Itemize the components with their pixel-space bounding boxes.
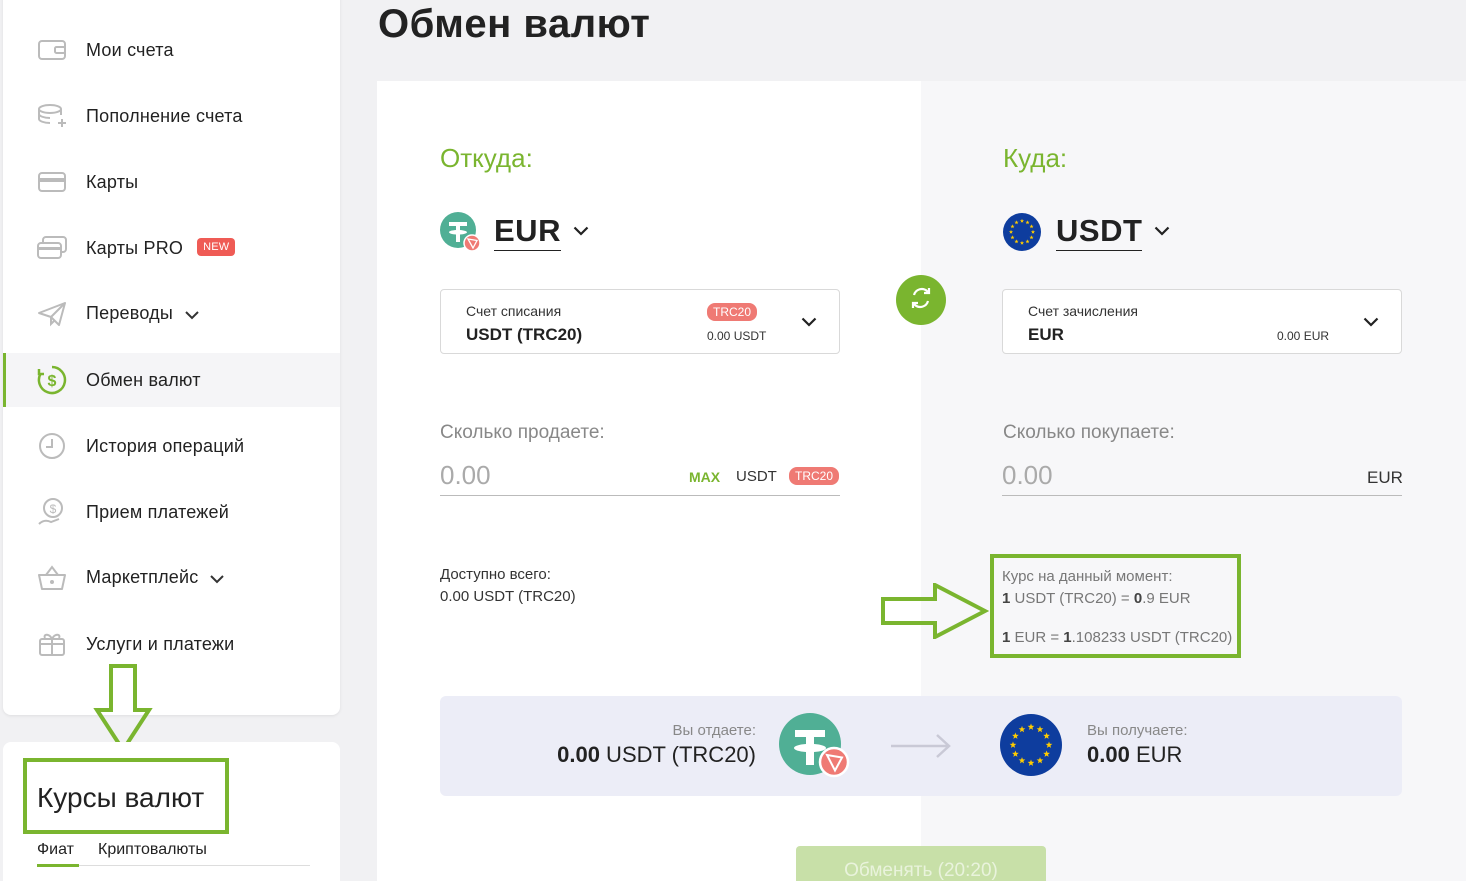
new-badge: NEW: [197, 237, 236, 256]
chevron-down-icon: [210, 568, 225, 589]
sidebar-item-history[interactable]: История операций: [3, 419, 340, 473]
credit-account-caption: Счет зачисления: [1028, 303, 1138, 319]
sidebar-item-label: Прием платежей: [86, 501, 230, 522]
paper-plane-icon: [36, 298, 68, 330]
tether-trc20-icon: [440, 212, 481, 252]
card-pro-icon: [36, 232, 68, 264]
deposit-icon: [36, 100, 68, 132]
sidebar-item-label: Пополнение счета: [86, 105, 243, 126]
page-title: Обмен валют: [378, 2, 651, 46]
buy-amount-label: Сколько покупаете:: [1003, 422, 1175, 443]
rate-caption: Курс на данный момент:: [1002, 568, 1173, 585]
debit-account-value: USDT (TRC20): [466, 325, 583, 344]
tether-trc20-icon: [779, 713, 851, 784]
debit-account-balance: 0.00 USDT: [707, 329, 767, 343]
chevron-down-icon: [801, 314, 817, 332]
sidebar-item-label: Карты: [86, 171, 139, 192]
annotation-arrow-down: [93, 664, 153, 754]
sell-amount-label: Сколько продаете:: [440, 422, 605, 443]
dollar-exchange-icon: $: [36, 364, 68, 396]
sidebar-item-payments-accept[interactable]: $ Прием платежей: [3, 485, 340, 539]
sidebar-item-services[interactable]: Услуги и платежи: [3, 617, 340, 671]
sidebar-item-exchange[interactable]: $ Обмен валют: [3, 353, 340, 407]
arrow-right-icon: [889, 732, 953, 765]
get-caption: Вы получаете:: [1087, 722, 1188, 739]
basket-icon: [36, 562, 68, 594]
sidebar-item-deposit[interactable]: Пополнение счета: [3, 89, 340, 143]
exchange-submit-button[interactable]: Обменять (20:20): [796, 846, 1046, 881]
credit-account-balance: 0.00 EUR: [1277, 329, 1330, 343]
chevron-down-icon: [1363, 314, 1379, 332]
credit-account-value: EUR: [1028, 325, 1064, 344]
highlight-box: Курсы валют: [23, 758, 229, 834]
sidebar-item-label: Мои счета: [86, 39, 174, 60]
debit-account-select[interactable]: Счет списания USDT (TRC20) TRC20 0.00 US…: [440, 289, 840, 354]
svg-text:$: $: [48, 373, 57, 390]
sidebar-item-cards[interactable]: Карты: [3, 155, 340, 209]
to-currency-value: USDT: [1056, 213, 1143, 251]
euro-flag-icon: [1002, 212, 1042, 252]
sidebar-item-label: Переводы: [86, 303, 199, 325]
divider: [79, 865, 310, 866]
debit-account-caption: Счет списания: [466, 303, 562, 319]
swap-button[interactable]: [896, 275, 946, 325]
exchange-summary: Вы отдаете: 0.00 USDT (TRC20) Вы получае…: [440, 696, 1402, 796]
sidebar: Мои счета Пополнение счета Карты Карты P…: [3, 0, 340, 715]
euro-flag-icon: [999, 713, 1063, 782]
sidebar-item-label: История операций: [86, 435, 245, 456]
max-button[interactable]: MAX: [689, 469, 720, 485]
rates-panel: Курсы валют Фиат Криптовалюты: [3, 742, 340, 881]
from-label: Откуда:: [440, 143, 533, 173]
sidebar-item-transfers[interactable]: Переводы: [3, 287, 340, 341]
sell-amount-input[interactable]: [440, 456, 840, 496]
sidebar-item-label: Услуги и платежи: [86, 633, 235, 654]
give-caption: Вы отдаете:: [672, 722, 757, 739]
credit-account-select[interactable]: Счет зачисления EUR 0.00 EUR: [1002, 289, 1402, 354]
gift-icon: [36, 628, 68, 660]
from-currency-select[interactable]: EUR: [440, 212, 589, 252]
buy-amount-input[interactable]: [1002, 456, 1402, 496]
payment-hand-icon: $: [36, 496, 68, 528]
active-tab-indicator: [37, 864, 79, 867]
annotation-arrow-right: [881, 583, 989, 639]
chevron-down-icon: [573, 223, 589, 241]
tab-fiat[interactable]: Фиат: [37, 841, 74, 859]
current-rate-box: Курс на данный момент: 1 USDT (TRC20) = …: [990, 554, 1241, 658]
sidebar-item-cards-pro[interactable]: Карты PRO NEW: [3, 221, 340, 275]
trc20-tag: TRC20: [789, 467, 840, 485]
rates-title: Курсы валют: [37, 782, 205, 813]
available-value: 0.00 USDT (TRC20): [440, 588, 576, 605]
to-label: Куда:: [1003, 143, 1068, 173]
sidebar-item-label: Обмен валют: [86, 369, 201, 390]
rate-usdt-eur: 1 USDT (TRC20) = 0.9 EUR: [1002, 590, 1191, 607]
buy-currency: EUR: [1367, 468, 1403, 487]
clock-icon: [36, 430, 68, 462]
sidebar-item-my-accounts[interactable]: Мои счета: [3, 23, 340, 77]
wallet-icon: [36, 34, 68, 66]
give-value: 0.00 USDT (TRC20): [557, 742, 756, 767]
sidebar-item-label: Карты PRO NEW: [86, 237, 236, 259]
chevron-down-icon: [185, 304, 199, 325]
sell-currency: USDT: [736, 468, 777, 485]
available-caption: Доступно всего:: [440, 566, 551, 583]
rate-eur-usdt: 1 EUR = 1.108233 USDT (TRC20): [1002, 629, 1233, 646]
sidebar-item-label: Маркетплейс: [86, 567, 225, 589]
card-icon: [36, 166, 68, 198]
swap-arrows-icon: [908, 285, 934, 316]
svg-text:$: $: [50, 502, 57, 516]
chevron-down-icon: [1154, 223, 1170, 241]
tab-crypto[interactable]: Криптовалюты: [98, 841, 207, 859]
get-value: 0.00 EUR: [1087, 742, 1183, 767]
sidebar-item-marketplace[interactable]: Маркетплейс: [3, 551, 340, 605]
to-currency-select[interactable]: USDT: [1002, 212, 1170, 252]
from-currency-value: EUR: [494, 213, 561, 251]
trc20-tag: TRC20: [707, 303, 758, 321]
